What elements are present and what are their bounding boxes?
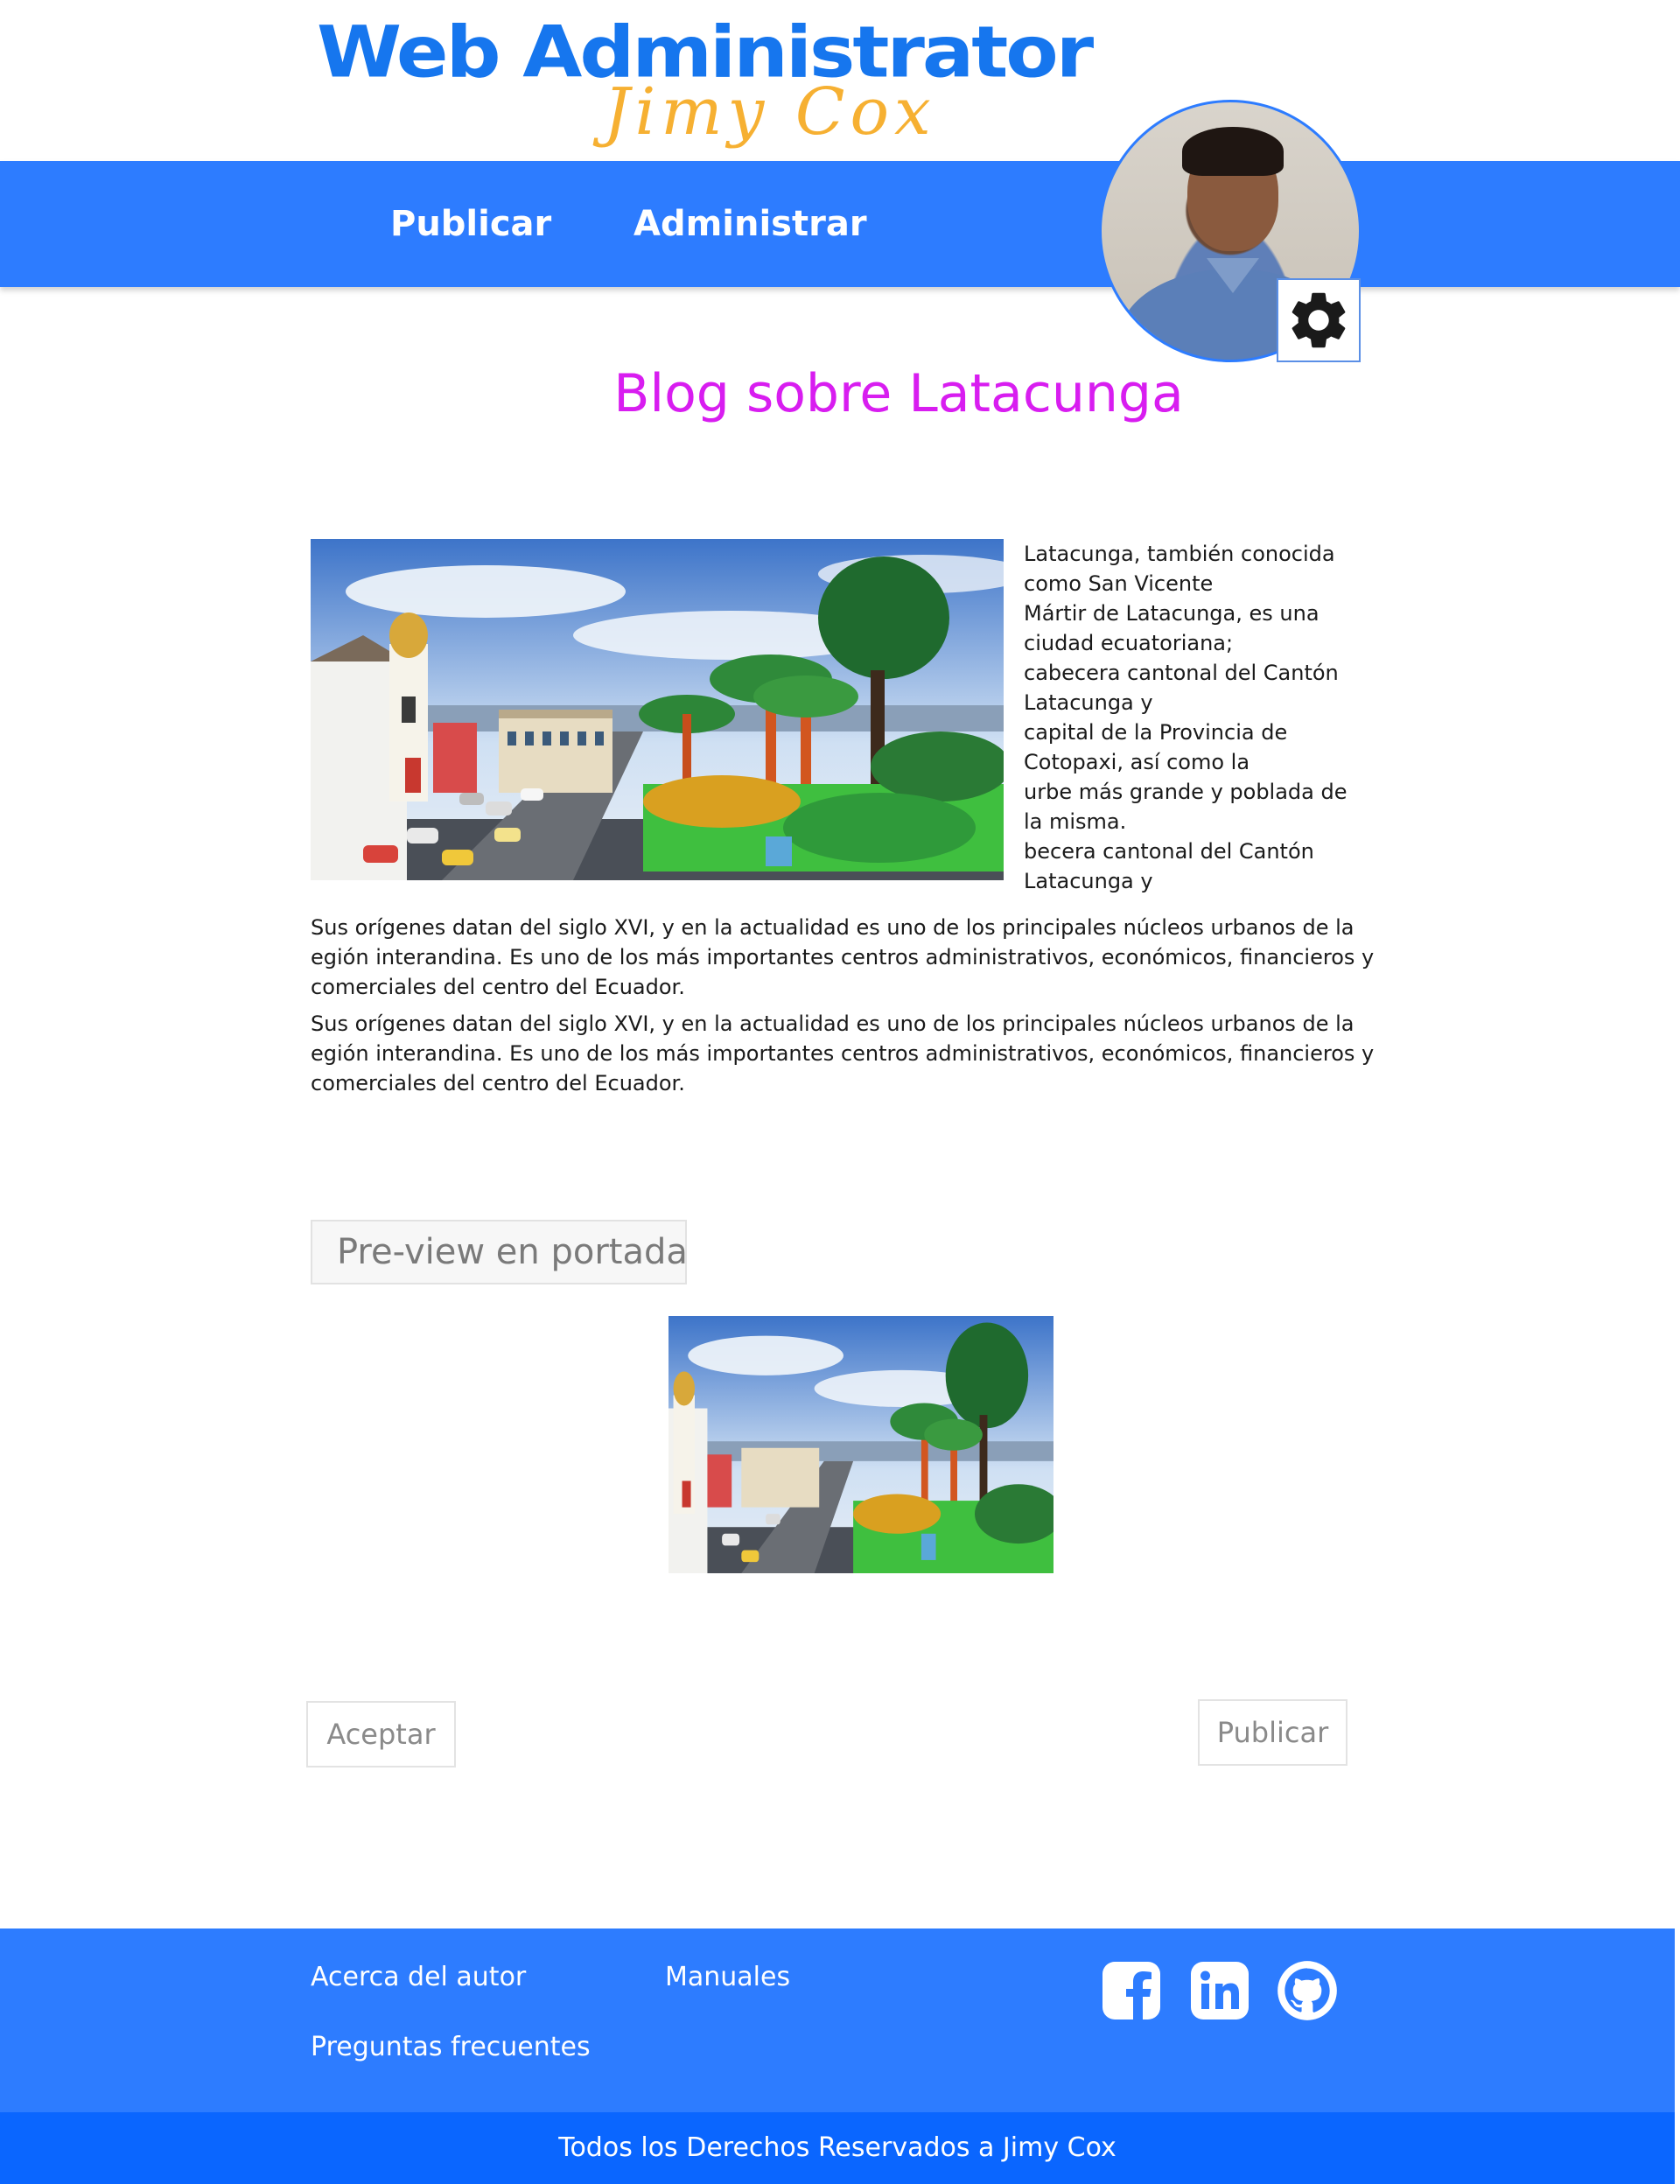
intro-line: cabecera cantonal del Cantón bbox=[1024, 661, 1339, 685]
preview-image bbox=[668, 1316, 1054, 1573]
paragraph-line: Sus orígenes datan del siglo XVI, y en l… bbox=[311, 915, 1354, 940]
intro-line: la misma. bbox=[1024, 809, 1127, 834]
gear-icon bbox=[1292, 292, 1346, 348]
body-paragraph-1: Sus orígenes datan del siglo XVI, y en l… bbox=[311, 913, 1396, 1002]
facebook-icon[interactable] bbox=[1101, 1960, 1162, 2021]
intro-line: Latacunga, también conocida bbox=[1024, 542, 1335, 566]
publish-button[interactable]: Publicar bbox=[1198, 1699, 1348, 1766]
latacunga-photo bbox=[311, 539, 1004, 880]
main-navbar: Publicar Administrar bbox=[0, 161, 1680, 287]
paragraph-line: comerciales del centro del Ecuador. bbox=[311, 975, 685, 999]
accept-button[interactable]: Aceptar bbox=[306, 1701, 456, 1768]
footer-link-manuals[interactable]: Manuales bbox=[665, 1960, 790, 1995]
intro-line: ciudad ecuatoriana; bbox=[1024, 631, 1234, 655]
settings-button[interactable] bbox=[1277, 278, 1361, 362]
paragraph-line: Sus orígenes datan del siglo XVI, y en l… bbox=[311, 1012, 1354, 1036]
intro-line: Cotopaxi, así como la bbox=[1024, 750, 1250, 774]
intro-line: becera cantonal del Cantón bbox=[1024, 839, 1314, 864]
intro-line: como San Vicente bbox=[1024, 571, 1214, 596]
avatar-hair-shape bbox=[1182, 127, 1284, 176]
footer-link-about[interactable]: Acerca del autor bbox=[311, 1960, 526, 1995]
page-title: Blog sobre Latacunga bbox=[613, 363, 1184, 424]
intro-line: Mártir de Latacunga, es una bbox=[1024, 601, 1320, 626]
nav-publicar[interactable]: Publicar bbox=[390, 161, 551, 287]
footer-link-faq[interactable]: Preguntas frecuentes bbox=[311, 2030, 591, 2065]
nav-administrar[interactable]: Administrar bbox=[634, 161, 867, 287]
latacunga-preview-photo bbox=[668, 1316, 1054, 1573]
intro-line: capital de la Provincia de bbox=[1024, 720, 1288, 745]
intro-line: Latacunga y bbox=[1024, 690, 1153, 715]
linkedin-icon[interactable] bbox=[1189, 1960, 1250, 2021]
paragraph-line: comerciales del centro del Ecuador. bbox=[311, 1071, 685, 1096]
footer: Acerca del autor Manuales Preguntas frec… bbox=[0, 1928, 1675, 2112]
hero-image bbox=[311, 539, 1004, 880]
site-logo[interactable]: Web Administrator Jimy Cox bbox=[317, 12, 1094, 161]
intro-line: urbe más grande y poblada de bbox=[1024, 780, 1348, 804]
github-icon[interactable] bbox=[1277, 1960, 1338, 2021]
logo-subtitle: Jimy Cox bbox=[604, 74, 936, 150]
paragraph-line: egión interandina. Es uno de los más imp… bbox=[311, 1041, 1375, 1066]
title-wrapper: Blog sobre Latacunga bbox=[311, 360, 1487, 427]
paragraph-line: egión interandina. Es uno de los más imp… bbox=[311, 945, 1375, 970]
copyright-bar: Todos los Derechos Reservados a Jimy Cox bbox=[0, 2112, 1675, 2184]
body-paragraph-2: Sus orígenes datan del siglo XVI, y en l… bbox=[311, 1009, 1396, 1098]
intro-side-text: Latacunga, también conocida como San Vic… bbox=[1024, 539, 1352, 896]
preview-label: Pre-view en portada bbox=[311, 1220, 688, 1284]
intro-line: Latacunga y bbox=[1024, 869, 1153, 893]
